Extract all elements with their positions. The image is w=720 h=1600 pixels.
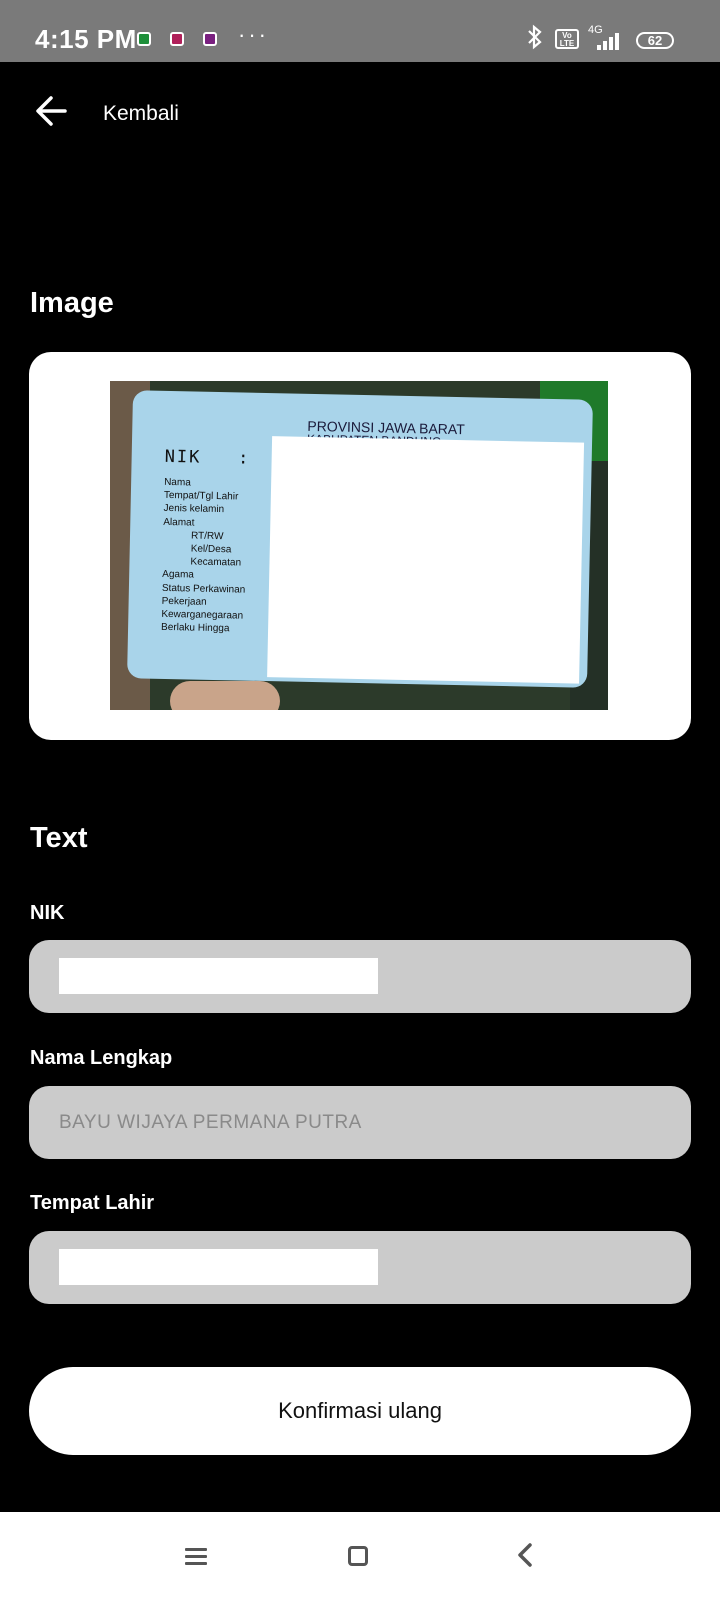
nama-lengkap-label: Nama Lengkap	[30, 1047, 173, 1069]
tempat-lahir-label: Tempat Lahir	[30, 1192, 155, 1214]
battery-icon: 62	[636, 32, 674, 49]
bluetooth-icon	[526, 24, 544, 57]
id-card-photo: PROVINSI JAWA BARAT KABUPATEN BANDUNG NI…	[110, 381, 608, 710]
image-section-title: Image	[30, 287, 114, 319]
home-icon[interactable]	[348, 1546, 368, 1566]
menu-icon[interactable]	[185, 1548, 207, 1566]
redaction-box	[59, 958, 378, 994]
confirm-button[interactable]: Konfirmasi ulang	[29, 1367, 691, 1455]
id-card-field: Agama	[162, 569, 195, 581]
volte-icon: Vo LTE	[555, 29, 579, 49]
id-card-field-list: Nama Tempat/Tgl Lahir Jenis kelamin Alam…	[161, 476, 248, 636]
id-card-nik-label: NIK :	[164, 446, 251, 469]
system-nav-bar	[0, 1512, 720, 1600]
id-card: PROVINSI JAWA BARAT KABUPATEN BANDUNG NI…	[127, 390, 593, 688]
nik-label: NIK	[30, 902, 65, 924]
back-icon[interactable]	[515, 1542, 535, 1568]
id-card-field: Alamat	[163, 516, 195, 529]
id-card-field: Berlaku Hingga	[160, 622, 230, 635]
redaction-box	[267, 436, 585, 684]
finger	[170, 681, 280, 710]
notification-app-icon	[137, 32, 151, 46]
image-card: PROVINSI JAWA BARAT KABUPATEN BANDUNG NI…	[29, 352, 691, 740]
notification-app-icon	[170, 32, 184, 46]
status-time: 4:15 PM	[35, 24, 137, 54]
nama-lengkap-field[interactable]: BAYU WIJAYA PERMANA PUTRA	[29, 1086, 691, 1159]
signal-icon	[597, 30, 623, 50]
nama-lengkap-value: BAYU WIJAYA PERMANA PUTRA	[59, 1112, 362, 1133]
id-card-field: Jenis kelamin	[163, 503, 225, 516]
notification-app-icon	[203, 32, 217, 46]
arrow-left-icon[interactable]	[34, 94, 68, 128]
back-navigation[interactable]: Kembali	[0, 80, 720, 144]
tempat-lahir-field[interactable]	[29, 1231, 691, 1304]
redaction-box	[59, 1249, 378, 1285]
status-icons: Vo LTE 4G 62	[500, 0, 720, 62]
back-label[interactable]: Kembali	[103, 102, 179, 126]
status-bar: 4:15 PM ··· Vo LTE 4G 62	[0, 0, 720, 62]
text-section-title: Text	[30, 822, 88, 854]
more-notifications-icon: ···	[238, 22, 269, 47]
nik-field[interactable]	[29, 940, 691, 1013]
